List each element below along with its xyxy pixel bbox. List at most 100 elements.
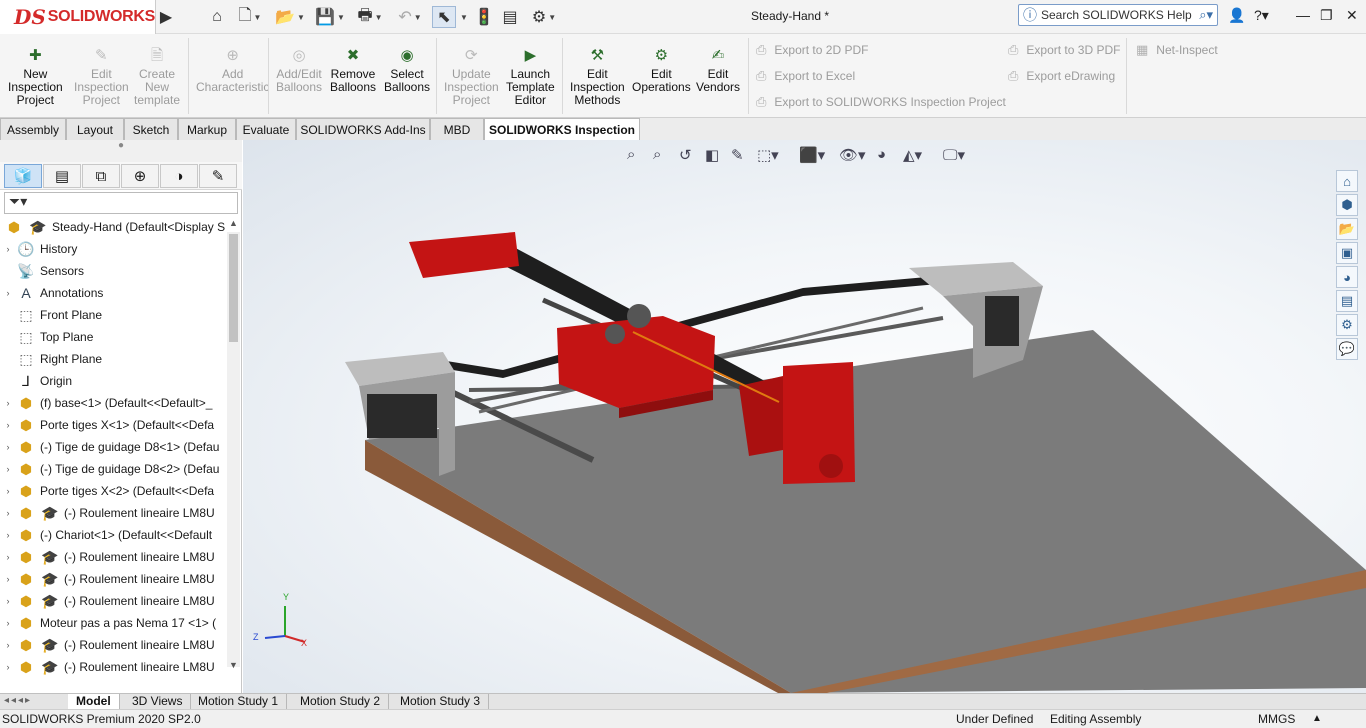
ribbon-button-6[interactable]: ✖ Remove Balloons [330,48,376,94]
rebuild-traffic-light-icon[interactable]: 🚦 [474,6,494,28]
ribbon-button-7[interactable]: ◉ Select Balloons [384,48,430,94]
tab-mbd[interactable]: MBD [430,118,484,140]
expand-arrow-icon[interactable]: › [0,530,16,540]
tree-filter-icon[interactable]: ⏷▾ [4,192,238,214]
task-pane-palette-icon[interactable]: ▣ [1336,242,1358,264]
tree-item[interactable]: › ⬢ Porte tiges X<1> (Default<<Defa [0,414,228,436]
task-pane-explorer-icon[interactable]: 📂 [1336,218,1358,240]
configuration-manager-tab-icon[interactable]: ⧉ [82,164,120,188]
ribbon-button-2[interactable]: ✎ Edit Inspection Project [74,48,129,107]
tab-markup[interactable]: Markup [178,118,236,140]
tab-sketch[interactable]: Sketch [124,118,178,140]
scroll-thumb[interactable] [229,234,238,342]
expand-arrow-icon[interactable]: › [0,596,16,606]
search-magnifier-icon[interactable]: ⌕▾ [1199,7,1213,23]
ribbon-button-9[interactable]: ▶ Launch Template Editor [506,48,555,107]
feature-manager-tab-icon[interactable]: 🧊 [4,164,42,188]
tree-item[interactable]: › ⬢ 🎓 (-) Roulement lineaire LM8U [0,502,228,524]
tree-item[interactable]: › ⬢ 🎓 (-) Roulement lineaire LM8U [0,568,228,590]
tree-item[interactable]: 📡 Sensors [0,260,228,282]
tree-item[interactable]: › A Annotations [0,282,228,304]
close-window-icon[interactable]: ✕ [1346,7,1358,24]
tree-item[interactable]: › ⬢ 🎓 (-) Roulement lineaire LM8U [0,656,228,678]
ribbon-button-5[interactable]: ◎ Add/Edit Balloons [276,48,322,94]
tab-evaluate[interactable]: Evaluate [236,118,296,140]
export-2d-pdf-button[interactable]: ⎙ Export to 2D PDF [756,42,868,58]
expand-arrow-icon[interactable]: › [0,288,16,298]
open-folder-icon[interactable]: 📂 ▼ [272,6,308,28]
net-inspect-button[interactable]: ▦ Net-Inspect [1136,42,1218,58]
expand-arrow-icon[interactable]: › [0,574,16,584]
export-edrawing-button[interactable]: ⎙ Export eDrawing [1008,68,1115,84]
expand-arrow-icon[interactable]: › [0,244,16,254]
graphics-viewport[interactable]: ⌕ ⌕ ↺ ◧ ✎ ⬚▾ ⬛▾ 👁▾ ◕ ◭▾ 🖵▾ ⧏ ⧐ — ❐ ✕ [243,140,1366,693]
scroll-down-icon[interactable]: ▼ [229,660,238,670]
tree-item[interactable]: › ⬢ (f) base<1> (Default<<Default>_ [0,392,228,414]
tree-item[interactable]: › ⬢ (-) Chariot<1> (Default<<Default [0,524,228,546]
task-pane-forum-icon[interactable]: 💬 [1336,338,1358,360]
task-pane-solidworks-icon[interactable]: ⚙ [1336,314,1358,336]
expand-arrow-icon[interactable]: › [0,442,16,452]
expand-arrow-icon[interactable]: › [0,662,16,672]
tree-item[interactable]: ⅃ Origin [0,370,228,392]
restore-window-icon[interactable]: ❐ [1320,7,1333,24]
tree-item[interactable]: › ⬢ Porte tiges X<2> (Default<<Defa [0,480,228,502]
print-icon[interactable]: 🖶 ▼ [352,6,388,28]
unit-dropdown-icon[interactable]: ▲ [1312,710,1322,728]
tree-item[interactable]: › ⬢ (-) Tige de guidage D8<1> (Defau [0,436,228,458]
export-inspection-project-button[interactable]: ⎙ Export to SOLIDWORKS Inspection Project [756,94,1006,110]
task-pane-properties-icon[interactable]: ▤ [1336,290,1358,312]
export-excel-button[interactable]: ⎙ Export to Excel [756,68,855,84]
tab-solidworks-inspection[interactable]: SOLIDWORKS Inspection [484,118,640,140]
unit-system[interactable]: MMGS [1258,710,1295,728]
task-pane-appearances-icon[interactable]: ◕ [1336,266,1358,288]
new-document-icon[interactable]: 🗋 ▼ [232,6,268,28]
bottom-tab-model[interactable]: Model [68,694,120,710]
tree-scrollbar[interactable]: ▲ [227,218,240,667]
panel-splitter-handle[interactable]: ● [0,140,242,162]
file-properties-icon[interactable]: ▤ [498,6,522,28]
ribbon-button-8[interactable]: ⟳ Update Inspection Project [444,48,499,107]
expand-arrow-icon[interactable]: › [0,420,16,430]
tree-item[interactable]: ⬚ Front Plane [0,304,228,326]
tab-scroll-arrows-icon[interactable]: ◂◂◂▸ [4,695,32,706]
tree-item[interactable]: › 🕒 History [0,238,228,260]
scroll-up-icon[interactable]: ▲ [229,218,238,228]
export-3d-pdf-button[interactable]: ⎙ Export to 3D PDF [1008,42,1120,58]
minimize-window-icon[interactable]: — [1296,7,1310,23]
ribbon-button-11[interactable]: ⚙ Edit Operations [632,48,691,94]
tree-item[interactable]: › ⬢ Moteur pas a pas Nema 17 <1> ( [0,612,228,634]
tab-assembly[interactable]: Assembly [0,118,66,140]
ribbon-button-4[interactable]: ⊕ Add Characteristic [196,48,269,94]
tab-layout[interactable]: Layout [66,118,124,140]
ribbon-button-1[interactable]: ✚ New Inspection Project [8,48,63,107]
task-pane-library-icon[interactable]: ⬢ [1336,194,1358,216]
bottom-tab-motion-study-2[interactable]: Motion Study 2 [292,694,390,710]
tree-item[interactable]: ⬚ Right Plane [0,348,228,370]
bottom-tab-3d-views[interactable]: 3D Views [124,694,192,710]
select-dropdown-icon[interactable]: ▼ [458,6,468,28]
expand-arrow-icon[interactable]: › [0,552,16,562]
tab-solidworks-add-ins[interactable]: SOLIDWORKS Add-Ins [296,118,430,140]
expand-arrow-icon[interactable]: › [0,486,16,496]
tree-item[interactable]: › ⬢ (-) Tige de guidage D8<2> (Defau [0,458,228,480]
dimxpert-tab-icon[interactable]: ⊕ [121,164,159,188]
tree-item[interactable]: › ⬢ 🎓 (-) Roulement lineaire LM8U [0,634,228,656]
help-question-icon[interactable]: ?▾ [1254,7,1269,24]
inspection-manager-tab-icon[interactable]: ✎ [199,164,237,188]
expand-arrow-icon[interactable]: › [0,640,16,650]
bottom-tab-motion-study-1[interactable]: Motion Study 1 [190,694,288,710]
expand-arrow-icon[interactable]: › [0,508,16,518]
help-search-box[interactable]: ⓘ Search SOLIDWORKS Help ⌕▾ [1018,4,1218,26]
display-manager-tab-icon[interactable]: ◑ [160,164,198,188]
solidworks-logo[interactable]: DS SOLIDWORKS [0,0,156,34]
undo-icon[interactable]: ↶ ▼ [392,6,428,28]
ribbon-button-10[interactable]: ⚒ Edit Inspection Methods [570,48,625,107]
expand-arrow-icon[interactable]: › [0,398,16,408]
ribbon-button-3[interactable]: 🗎 Create New template [134,48,180,107]
expand-menu-arrow-icon[interactable]: ▶ [160,6,172,28]
expand-arrow-icon[interactable]: › [0,464,16,474]
tree-item[interactable]: ⬚ Top Plane [0,326,228,348]
bottom-tab-motion-study-3[interactable]: Motion Study 3 [392,694,490,710]
user-account-icon[interactable]: 👤 [1228,7,1245,24]
